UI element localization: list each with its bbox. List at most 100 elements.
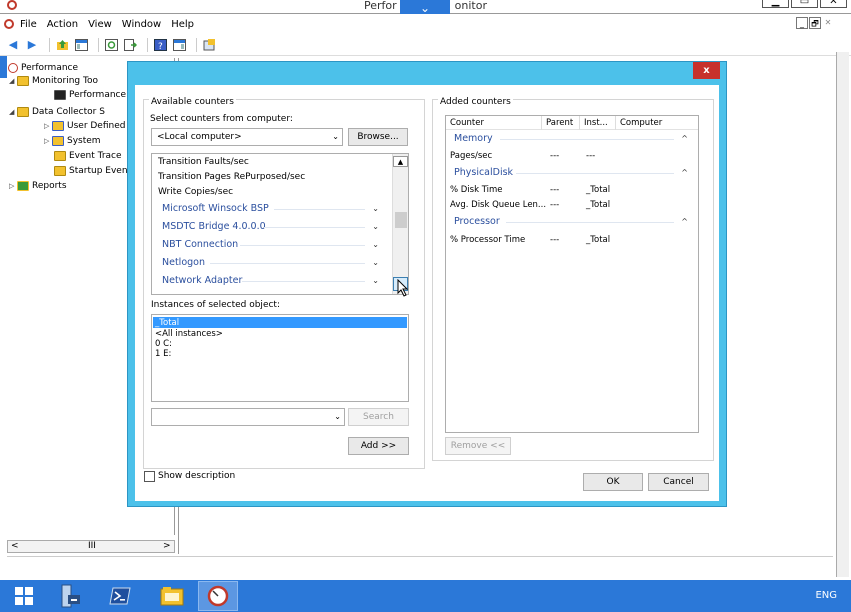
chevron-down-icon[interactable]: ⌄: [372, 220, 379, 234]
mouse-cursor-icon: [397, 279, 409, 297]
remove-button[interactable]: Remove <<: [445, 437, 511, 455]
scroll-up-icon[interactable]: ▲: [393, 156, 408, 167]
expander-icon[interactable]: ▷: [9, 182, 17, 190]
show-description-checkbox[interactable]: [144, 471, 155, 482]
instance-item[interactable]: 1 E:: [155, 349, 171, 359]
app-menu-icon[interactable]: [4, 19, 14, 29]
help-icon[interactable]: ?: [153, 38, 167, 52]
tree-node-system[interactable]: ▷ System: [44, 135, 101, 147]
search-combo[interactable]: ⌄: [151, 408, 345, 426]
add-button[interactable]: Add >>: [348, 437, 409, 455]
menu-help[interactable]: Help: [171, 19, 194, 30]
chevron-up-icon[interactable]: ^: [681, 215, 688, 229]
tree-node-user-defined[interactable]: ▷ User Defined: [44, 120, 125, 132]
server-manager-button[interactable]: [52, 582, 88, 610]
scroll-thumb[interactable]: III: [88, 541, 96, 552]
counter-category[interactable]: MSDTC Bridge 4.0.0.0 ⌄: [162, 220, 387, 234]
counter-item[interactable]: Write Copies/sec: [158, 185, 233, 199]
event-trace-icon: [54, 151, 66, 161]
tree-node-performance[interactable]: Performance: [8, 62, 78, 74]
expander-icon[interactable]: ▷: [44, 122, 52, 130]
column-header-counter[interactable]: Counter: [446, 116, 542, 130]
mdi-restore-button[interactable]: 🗗: [809, 17, 821, 29]
menu-view[interactable]: View: [88, 19, 112, 30]
added-counter-cell[interactable]: % Disk Time: [450, 183, 503, 197]
input-language-indicator[interactable]: ENG: [815, 580, 837, 612]
menu-action[interactable]: Action: [47, 19, 78, 30]
chevron-up-icon[interactable]: ^: [681, 132, 688, 146]
expander-icon[interactable]: ◢: [9, 77, 17, 85]
counters-vertical-scrollbar[interactable]: ▲ ⌄: [392, 154, 408, 294]
counter-category[interactable]: Microsoft Winsock BSP ⌄: [162, 202, 387, 216]
chevron-down-icon[interactable]: ⌄: [372, 274, 379, 288]
mdi-close-button[interactable]: ✕: [822, 17, 834, 29]
tree-horizontal-scrollbar[interactable]: < III >: [7, 540, 175, 553]
dialog-close-button[interactable]: x: [693, 62, 720, 79]
maximize-button[interactable]: ▭: [791, 0, 818, 8]
tree-node-data-collector-sets[interactable]: ◢ Data Collector S: [9, 106, 105, 118]
new-window-icon[interactable]: [202, 38, 216, 52]
data-collector-icon: [17, 107, 29, 117]
expander-icon[interactable]: ▷: [44, 137, 52, 145]
powershell-button[interactable]: [102, 582, 138, 610]
tree-node-performance-monitor[interactable]: Performance: [54, 89, 126, 101]
file-explorer-button[interactable]: [154, 582, 190, 610]
menu-bar: File Action View Window Help: [0, 14, 851, 34]
close-window-button[interactable]: ✕: [820, 0, 847, 8]
scroll-thumb[interactable]: [395, 212, 407, 228]
chevron-down-icon[interactable]: ⌄: [372, 238, 379, 252]
added-counter-cell[interactable]: Pages/sec: [450, 149, 492, 163]
tree-node-reports[interactable]: ▷ Reports: [9, 180, 67, 192]
ok-button[interactable]: OK: [583, 473, 643, 491]
added-counter-cell[interactable]: Avg. Disk Queue Len...: [450, 198, 546, 212]
status-bar: [7, 556, 833, 578]
show-hide-tree-icon[interactable]: [74, 38, 88, 52]
instances-list[interactable]: _Total <All instances> 0 C: 1 E:: [151, 314, 409, 402]
tree-node-monitoring-tools[interactable]: ◢ Monitoring Too: [9, 75, 98, 87]
added-group-processor[interactable]: Processor ^: [454, 215, 692, 229]
mdi-minimize-button[interactable]: _: [796, 17, 808, 29]
tree-node-startup-event-trace[interactable]: Startup Even: [54, 165, 128, 177]
counter-category[interactable]: Network Adapter ⌄: [162, 274, 387, 288]
start-button[interactable]: [6, 582, 42, 610]
counter-item[interactable]: Transition Pages RePurposed/sec: [158, 170, 305, 184]
export-list-icon[interactable]: [123, 38, 137, 52]
chevron-up-icon[interactable]: ^: [681, 166, 688, 180]
chevron-down-icon[interactable]: ⌄: [372, 256, 379, 270]
tree-node-event-trace-sessions[interactable]: Event Trace: [54, 150, 122, 162]
minimize-button[interactable]: ▁: [762, 0, 789, 8]
cancel-button[interactable]: Cancel: [648, 473, 709, 491]
counters-list[interactable]: Transition Faults/sec Transition Pages R…: [151, 153, 409, 295]
refresh-icon[interactable]: [104, 38, 118, 52]
counter-category[interactable]: Netlogon ⌄: [162, 256, 387, 270]
added-group-physicaldisk[interactable]: PhysicalDisk ^: [454, 166, 692, 180]
browse-button[interactable]: Browse...: [348, 128, 408, 146]
chevron-down-icon[interactable]: ⌄: [372, 202, 379, 216]
menu-file[interactable]: File: [20, 19, 37, 30]
counter-category[interactable]: NBT Connection ⌄: [162, 238, 387, 252]
scroll-left-icon[interactable]: <: [11, 541, 19, 552]
expander-icon[interactable]: ◢: [9, 108, 17, 116]
instance-item[interactable]: 0 C:: [155, 339, 172, 349]
column-header-parent[interactable]: Parent: [542, 116, 580, 130]
added-group-memory[interactable]: Memory ^: [454, 132, 692, 146]
back-arrow-icon[interactable]: ◀: [6, 38, 20, 52]
instance-item[interactable]: <All instances>: [155, 329, 223, 339]
added-counter-cell[interactable]: % Processor Time: [450, 233, 525, 247]
instance-item-selected[interactable]: _Total: [155, 318, 179, 328]
column-header-instance[interactable]: Inst...: [580, 116, 616, 130]
computer-select[interactable]: <Local computer> ⌄: [151, 128, 343, 146]
added-counters-list[interactable]: Counter Parent Inst... Computer Memory ^…: [445, 115, 699, 433]
show-hide-action-pane-icon[interactable]: [172, 38, 186, 52]
menu-window[interactable]: Window: [122, 19, 161, 30]
performance-monitor-taskbar-button[interactable]: [198, 581, 238, 611]
scroll-right-icon[interactable]: >: [163, 541, 171, 552]
search-button[interactable]: Search: [348, 408, 409, 426]
up-folder-icon[interactable]: [55, 38, 69, 52]
performance-monitor-icon: [207, 585, 229, 607]
forward-arrow-icon[interactable]: ▶: [25, 38, 39, 52]
main-vertical-scrollbar[interactable]: [836, 52, 849, 577]
reports-icon: [17, 181, 29, 191]
counter-item[interactable]: Transition Faults/sec: [158, 155, 249, 169]
column-header-computer[interactable]: Computer: [616, 116, 698, 130]
